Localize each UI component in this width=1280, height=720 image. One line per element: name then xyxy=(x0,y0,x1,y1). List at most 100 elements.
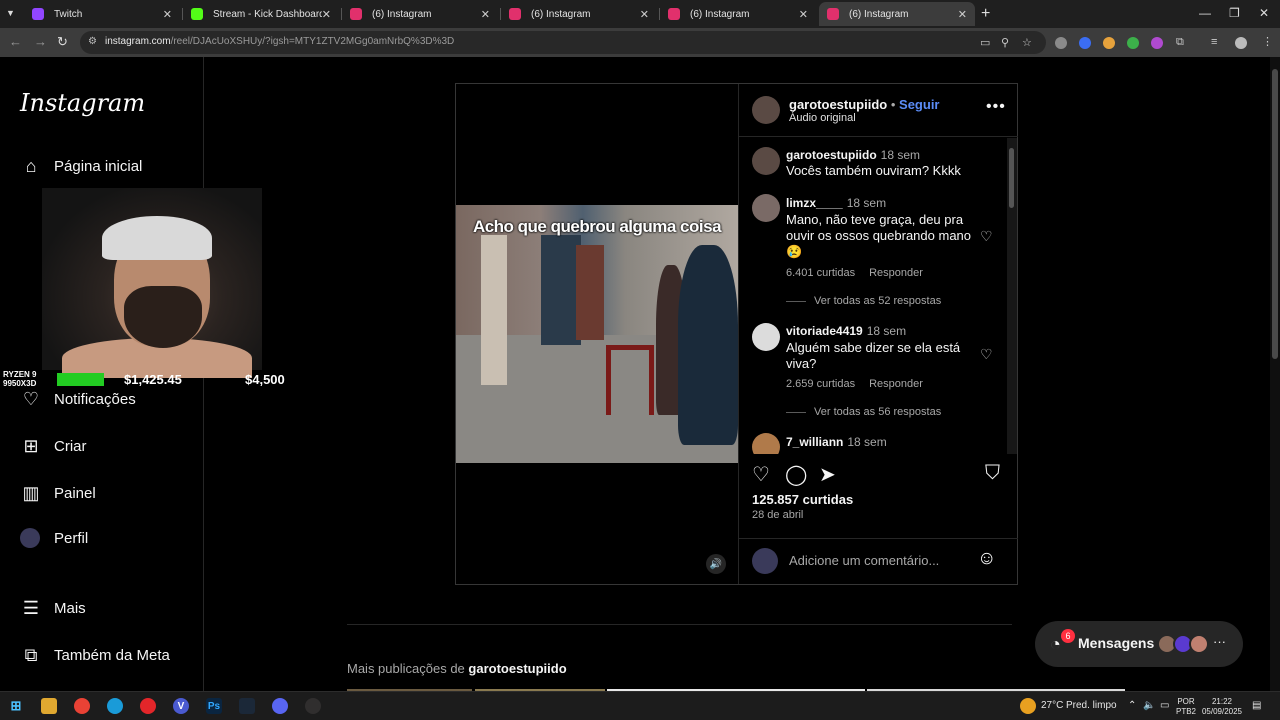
extension-shield-icon[interactable] xyxy=(1055,37,1067,49)
chrome-icon[interactable] xyxy=(74,698,90,714)
nav-profile[interactable]: Perfil xyxy=(20,528,88,548)
windows-start-icon[interactable]: ⊞ xyxy=(8,698,24,714)
comments-scrollbar[interactable] xyxy=(1007,138,1017,454)
avatar[interactable] xyxy=(752,147,780,175)
tab-instagram-3[interactable]: (6) Instagram ✕ xyxy=(660,2,816,26)
author-username[interactable]: garotoestupiido xyxy=(789,97,887,112)
save-bookmark-icon[interactable]: ⛉ xyxy=(985,462,1000,485)
emoji-icon[interactable]: ☺ xyxy=(977,548,996,570)
instagram-logo[interactable]: Instagram xyxy=(20,89,145,117)
forward-icon[interactable]: → xyxy=(34,34,47,49)
browser-menu-icon[interactable]: ⋮ xyxy=(1262,35,1273,48)
messages-button[interactable]: ◔ 6 Mensagens ··· xyxy=(1035,621,1243,667)
cast-icon[interactable]: ▭ xyxy=(980,36,990,49)
discord-icon[interactable] xyxy=(272,698,288,714)
close-tab-icon[interactable]: ✕ xyxy=(163,8,172,21)
comment-author[interactable]: 7_williann 18 sem xyxy=(786,435,887,449)
comment-likes[interactable]: 6.401 curtidas xyxy=(786,267,855,279)
steam-icon[interactable] xyxy=(239,698,255,714)
edge-icon[interactable] xyxy=(107,698,123,714)
language-indicator[interactable]: POR PTB2 xyxy=(1176,697,1196,717)
url-text[interactable]: instagram.com/reel/DJAcUoXSHUy/?igsh=MTY… xyxy=(105,36,454,47)
comment-author[interactable]: vitoriade4419 18 sem xyxy=(786,324,906,338)
comment-likes[interactable]: 2.659 curtidas xyxy=(786,378,855,390)
extension-icon[interactable] xyxy=(1151,37,1163,49)
tab-search-icon[interactable]: ▼ xyxy=(6,8,15,18)
tab-instagram-1[interactable]: (6) Instagram ✕ xyxy=(342,2,498,26)
new-tab-button[interactable]: + xyxy=(981,5,990,23)
likes-count[interactable]: 125.857 curtidas xyxy=(752,492,853,507)
back-icon[interactable]: ← xyxy=(9,34,22,49)
like-comment-icon[interactable]: ♡ xyxy=(980,228,993,245)
reload-icon[interactable]: ↻ xyxy=(57,34,68,50)
weather-temp[interactable]: 27°C xyxy=(1041,700,1063,711)
author-link[interactable]: garotoestupiido xyxy=(468,661,566,676)
nav-home[interactable]: ⌂ Página inicial xyxy=(20,155,143,177)
tab-kick-dashboard[interactable]: Stream - Kick Dashboard ✕ xyxy=(183,2,339,26)
comment-icon[interactable]: ◯ xyxy=(785,462,807,487)
weather-desc[interactable]: Pred. limpo xyxy=(1066,700,1117,711)
reply-button[interactable]: Responder xyxy=(869,267,923,279)
share-icon[interactable]: ➤ xyxy=(819,462,836,487)
obs-icon[interactable] xyxy=(305,698,321,714)
view-replies-button[interactable]: Ver todas as 56 respostas xyxy=(786,406,941,418)
post-date: 28 de abril xyxy=(752,509,804,521)
comment-author[interactable]: limzx____ 18 sem xyxy=(786,196,886,210)
like-icon[interactable]: ♡ xyxy=(752,462,770,487)
clock[interactable]: 21:22 05/09/2025 xyxy=(1200,697,1244,717)
follow-button[interactable]: Seguir xyxy=(899,97,939,112)
restore-icon[interactable]: ❐ xyxy=(1229,6,1240,20)
avatar xyxy=(1189,634,1209,654)
avatar[interactable] xyxy=(752,433,780,454)
nav-dashboard[interactable]: ▥ Painel xyxy=(20,482,95,504)
nav-create[interactable]: ⊞ Criar xyxy=(20,435,86,457)
close-tab-icon[interactable]: ✕ xyxy=(322,8,331,21)
nav-more[interactable]: ☰ Mais xyxy=(20,597,86,619)
tab-instagram-2[interactable]: (6) Instagram ✕ xyxy=(501,2,657,26)
more-options-icon[interactable]: ••• xyxy=(986,98,1006,116)
avatar[interactable] xyxy=(752,194,780,222)
volume-icon[interactable]: 🔊 xyxy=(706,554,726,574)
extension-icon[interactable] xyxy=(1103,37,1115,49)
zoom-icon[interactable]: ⚲ xyxy=(1001,36,1009,49)
extension-icon[interactable] xyxy=(1079,37,1091,49)
view-replies-button[interactable]: Ver todas as 52 respostas xyxy=(786,295,941,307)
close-tab-icon[interactable]: ✕ xyxy=(799,8,808,21)
site-info-icon[interactable]: ⚙ xyxy=(88,36,97,47)
extension-icon[interactable] xyxy=(1127,37,1139,49)
opera-icon[interactable] xyxy=(140,698,156,714)
bookmark-star-icon[interactable]: ☆ xyxy=(1022,36,1032,49)
close-tab-icon[interactable]: ✕ xyxy=(481,8,490,21)
photoshop-icon[interactable]: Ps xyxy=(206,698,222,714)
tab-twitch[interactable]: Twitch ✕ xyxy=(24,2,180,26)
avatar[interactable] xyxy=(752,323,780,351)
video-frame[interactable]: Acho que quebrou alguma coisa xyxy=(456,205,738,463)
speaker-icon[interactable]: 🔈 xyxy=(1143,700,1155,711)
minimize-icon[interactable]: — xyxy=(1199,6,1211,20)
close-tab-icon[interactable]: ✕ xyxy=(640,8,649,21)
reel-video[interactable]: Acho que quebrou alguma coisa 🔊 xyxy=(456,84,738,584)
heart-icon: ♡ xyxy=(22,388,40,409)
nav-notifications[interactable]: ♡ Notificações xyxy=(20,388,136,410)
network-icon[interactable]: ▭ xyxy=(1160,700,1169,711)
author-avatar[interactable] xyxy=(752,96,780,124)
url-bar[interactable]: ⚙ instagram.com/reel/DJAcUoXSHUy/?igsh=M… xyxy=(80,31,1046,54)
notifications-icon[interactable]: ▤ xyxy=(1252,700,1261,711)
close-tab-icon[interactable]: ✕ xyxy=(958,8,967,21)
page-scrollbar[interactable] xyxy=(1270,57,1280,691)
tray-expand-icon[interactable]: ⌃ xyxy=(1128,700,1136,711)
app-icon[interactable]: V xyxy=(173,698,189,714)
weather-icon[interactable] xyxy=(1020,698,1036,714)
close-window-icon[interactable]: ✕ xyxy=(1259,6,1269,20)
extensions-puzzle-icon[interactable]: ⧉ xyxy=(1176,36,1184,49)
comment-input[interactable]: Adicione um comentário... xyxy=(789,553,939,568)
file-explorer-icon[interactable] xyxy=(41,698,57,714)
media-control-icon[interactable]: ≡ xyxy=(1211,36,1217,48)
audio-link[interactable]: Áudio original xyxy=(789,112,856,124)
reply-button[interactable]: Responder xyxy=(869,378,923,390)
nav-also-from-meta[interactable]: ⧉ Também da Meta xyxy=(20,644,170,666)
like-comment-icon[interactable]: ♡ xyxy=(980,346,993,363)
tab-instagram-active[interactable]: (6) Instagram ✕ xyxy=(819,2,975,26)
comment-author[interactable]: garotoestupiido 18 sem xyxy=(786,148,920,162)
profile-avatar[interactable] xyxy=(1235,37,1247,49)
